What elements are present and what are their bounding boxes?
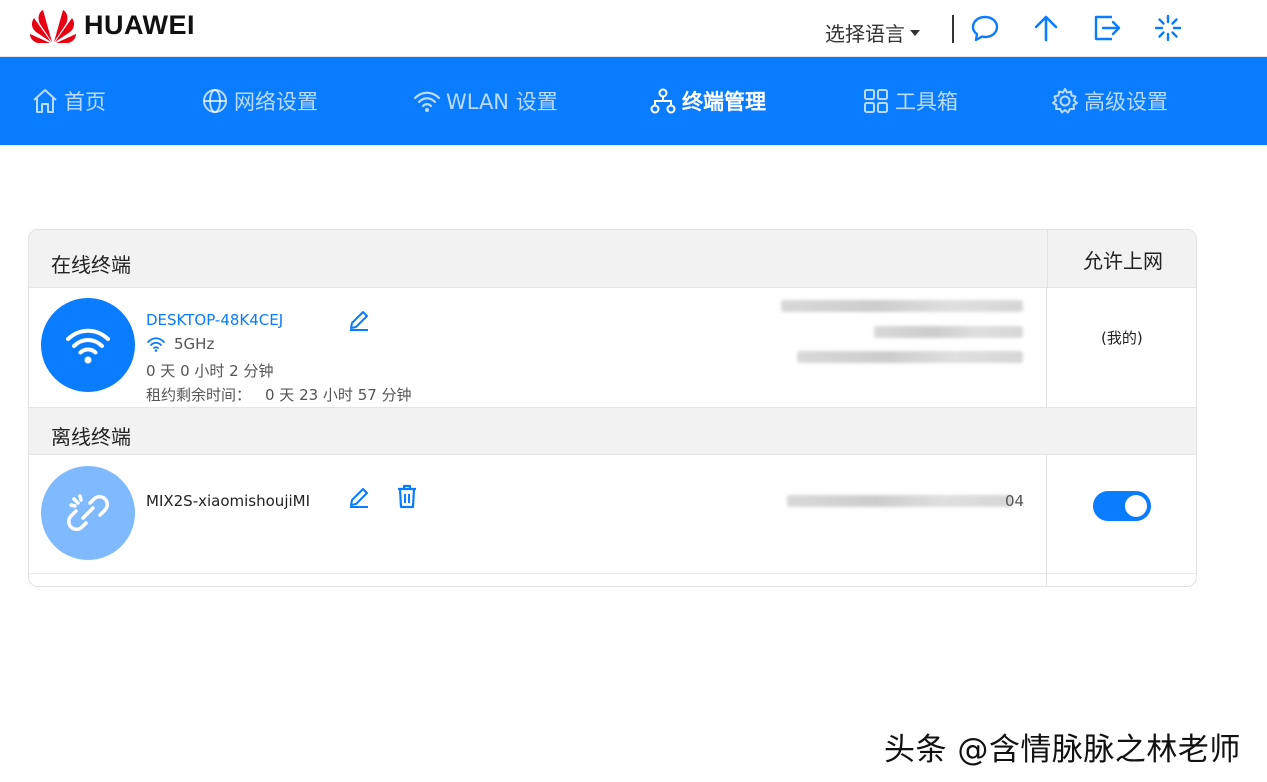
nav-item-devices[interactable]: 终端管理: [648, 84, 766, 118]
online-section-title: 在线终端: [51, 253, 131, 277]
nav-item-toolbox[interactable]: 工具箱: [861, 84, 958, 118]
nav-label[interactable]: WLAN 设置: [446, 86, 558, 116]
grid-icon: [864, 89, 888, 113]
nav-item-advanced[interactable]: 高级设置: [1050, 84, 1168, 118]
blurred-ipv6-address: [874, 326, 1023, 338]
top-header: HUAWEI 选择语言: [0, 0, 1267, 57]
row-divider: [29, 573, 1196, 574]
nav-item-wlan[interactable]: WLAN 设置: [412, 84, 558, 118]
mac-suffix: 04: [1005, 492, 1025, 510]
edit-pencil-icon[interactable]: [347, 485, 371, 513]
allow-internet-column-header: 允许上网: [1047, 230, 1196, 288]
huawei-flower-icon: [30, 10, 76, 43]
offline-device-name[interactable]: MIX2S-xiaomishoujiMI: [146, 492, 310, 510]
online-device-name[interactable]: DESKTOP-48K4CEJ: [146, 311, 283, 329]
lease-remaining: 0 天 23 小时 57 分钟: [265, 386, 412, 404]
watermark-text: 头条 @含情脉脉之林老师: [884, 732, 1241, 768]
wifi-icon: [413, 91, 441, 112]
brand-name: HUAWEI: [84, 9, 195, 40]
blurred-mac-address: [787, 495, 1013, 507]
online-device-row: DESKTOP-48K4CEJ 5GHz 0 天 0 小时 2 分钟 租约剩余时…: [29, 288, 1196, 407]
band-label: 5GHz: [174, 335, 215, 353]
device-tree-icon: [650, 88, 676, 114]
offline-device-avatar: [41, 466, 135, 560]
logout-icon[interactable]: [1091, 12, 1123, 44]
chat-bubble-icon[interactable]: [969, 12, 1001, 44]
offline-section-header: 离线终端: [29, 407, 1196, 455]
online-section-header: 在线终端 允许上网: [29, 230, 1196, 288]
globe-icon: [203, 89, 227, 113]
huawei-logo: HUAWEI: [28, 6, 195, 44]
broken-link-icon: [67, 494, 109, 531]
toggle-knob: [1125, 495, 1147, 517]
wifi-icon: [66, 328, 110, 364]
gear-icon: [1052, 88, 1078, 114]
home-icon: [33, 89, 57, 113]
nav-item-network[interactable]: 网络设置: [200, 84, 318, 118]
nav-label[interactable]: 终端管理: [682, 86, 766, 116]
caret-down-icon: [910, 29, 920, 36]
device-panel: 在线终端 允许上网 DESKTOP-48K4CEJ 5GHz 0 天 0 小时 …: [28, 229, 1197, 587]
offline-device-row: MIX2S-xiaomishoujiMI 04: [29, 455, 1196, 573]
wifi-icon: [147, 337, 165, 352]
nav-label[interactable]: 网络设置: [234, 86, 318, 116]
online-device-avatar: [41, 298, 135, 392]
loading-spinner-icon[interactable]: [1152, 12, 1184, 44]
nav-label[interactable]: 高级设置: [1084, 86, 1168, 116]
nav-label[interactable]: 首页: [64, 86, 106, 116]
language-label[interactable]: 选择语言: [825, 18, 905, 47]
blurred-ip-address: [781, 300, 1023, 312]
connected-duration: 0 天 0 小时 2 分钟: [146, 362, 274, 380]
self-device-tag: (我的): [1101, 329, 1143, 347]
delete-trash-icon[interactable]: [395, 483, 419, 513]
edit-pencil-icon[interactable]: [347, 308, 371, 336]
language-selector[interactable]: 选择语言: [825, 18, 920, 47]
nav-label[interactable]: 工具箱: [895, 86, 958, 116]
allow-internet-toggle[interactable]: [1093, 491, 1151, 521]
band-indicator: 5GHz: [146, 335, 214, 353]
nav-item-home[interactable]: 首页: [30, 84, 106, 118]
offline-section-title: 离线终端: [51, 425, 131, 449]
blurred-mac-address: [797, 351, 1023, 363]
header-divider: [952, 15, 954, 43]
main-nav: 首页 网络设置 WLAN 设置 终端管理 工具箱 高级设置: [0, 57, 1267, 145]
upload-arrow-icon[interactable]: [1030, 12, 1062, 44]
lease-label: 租约剩余时间：: [146, 386, 252, 404]
